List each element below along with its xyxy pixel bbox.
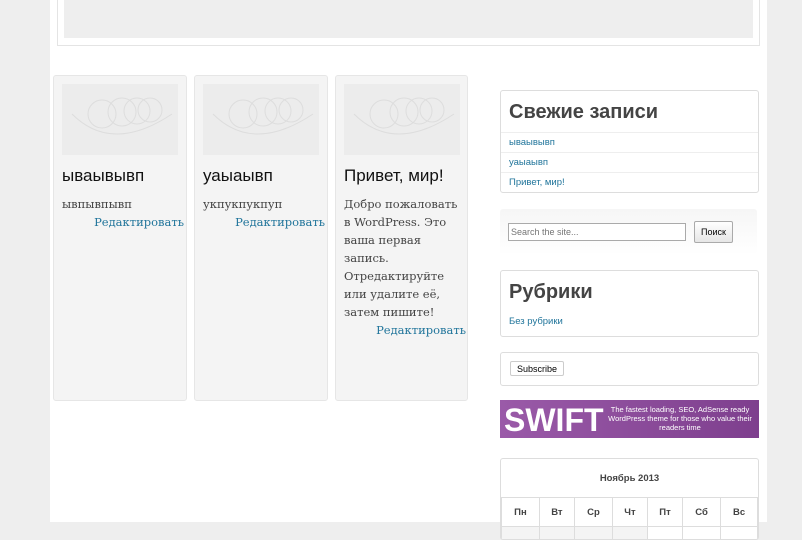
recent-posts-widget: Свежие записи ываывывп уаыаывп Привет, м…: [500, 90, 759, 193]
calendar-caption: Ноябрь 2013: [599, 472, 660, 484]
post-thumbnail[interactable]: [203, 84, 319, 155]
weekday: Пт: [646, 497, 684, 527]
post-excerpt: Добро пожаловать в WordPress. Это ваша п…: [344, 197, 458, 319]
post-title[interactable]: Привет, мир!: [344, 166, 444, 186]
post-card: ываывывп ывпывпывп Редактировать: [53, 75, 187, 401]
subscribe-button[interactable]: Subscribe: [510, 361, 565, 376]
edit-link[interactable]: Редактировать: [62, 213, 184, 231]
recent-post-link[interactable]: ываывывп: [501, 132, 758, 152]
post-thumbnail[interactable]: [344, 84, 460, 155]
widget-title: Рубрики: [509, 281, 593, 303]
post-thumbnail[interactable]: [62, 84, 178, 155]
widget-title: Свежие записи: [509, 101, 659, 123]
recent-post-link[interactable]: Привет, мир!: [501, 172, 758, 192]
subscribe-widget: Subscribe: [500, 352, 759, 386]
edit-link[interactable]: Редактировать: [344, 321, 466, 339]
header-box: [57, 0, 760, 46]
weekday: Чт: [612, 497, 648, 527]
post-card: Привет, мир! Добро пожаловать в WordPres…: [335, 75, 468, 401]
post-excerpt: ывпывпывп: [62, 197, 132, 211]
category-link[interactable]: Без рубрики: [501, 312, 758, 331]
swift-banner[interactable]: SWIFT The fastest loading, SEO, AdSense …: [500, 400, 759, 438]
post-title[interactable]: ываывывп: [62, 166, 144, 186]
weekday: Ср: [573, 497, 614, 527]
weekday: Вт: [538, 497, 575, 527]
categories-widget: Рубрики Без рубрики: [500, 270, 759, 337]
post-card: уаыаывп укпукпукпуп Редактировать: [194, 75, 328, 401]
post-excerpt: укпукпукпуп: [203, 197, 283, 211]
recent-post-link[interactable]: уаыаывп: [501, 152, 758, 172]
calendar-table: Ноябрь 2013 Пн Вт Ср Чт Пт Сб Вс: [501, 459, 758, 539]
page-content: ываывывп ывпывпывп Редактировать уаыаывп …: [50, 0, 767, 540]
edit-link[interactable]: Редактировать: [203, 213, 325, 231]
weekday: Пн: [501, 497, 540, 527]
banner-logo: SWIFT: [504, 402, 604, 438]
weekday: Вс: [720, 497, 758, 527]
weekday: Сб: [682, 497, 722, 527]
search-button[interactable]: Поиск: [694, 221, 733, 243]
banner-tagline: The fastest loading, SEO, AdSense ready …: [608, 405, 752, 432]
header-placeholder: [64, 0, 753, 38]
search-input[interactable]: [508, 223, 686, 241]
calendar-widget: Ноябрь 2013 Пн Вт Ср Чт Пт Сб Вс: [500, 458, 759, 540]
post-title[interactable]: уаыаывп: [203, 166, 273, 186]
search-widget: Поиск: [500, 209, 757, 255]
